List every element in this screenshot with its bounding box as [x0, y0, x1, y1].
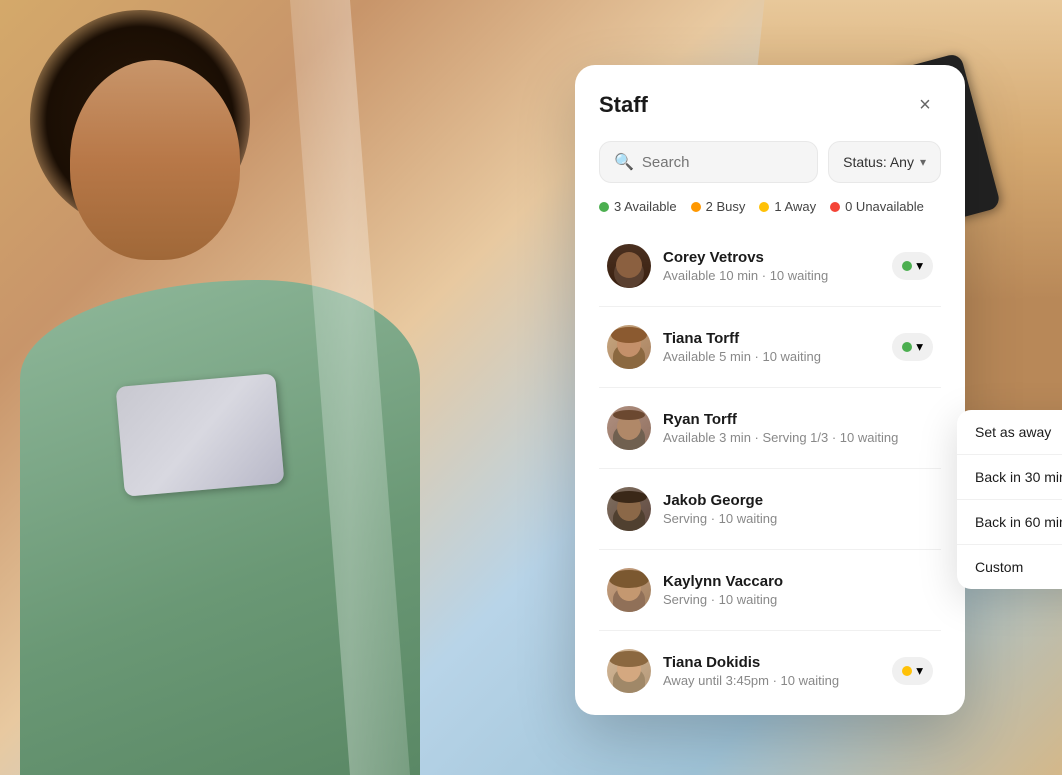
divider-2	[599, 387, 941, 388]
status-dropdown-menu: Set as away Back in 30 min Back in 60 mi…	[957, 410, 1062, 589]
status-unavailable: 0 Unavailable	[830, 199, 924, 214]
staff-name-jakob: Jakob George	[663, 492, 933, 509]
left-person-face	[70, 60, 240, 260]
chevron-down-icon: ▾	[920, 155, 926, 169]
dropdown-item-set-away[interactable]: Set as away	[957, 410, 1062, 455]
status-toggle-tiana-d[interactable]: ▾	[892, 657, 933, 685]
unavailable-count: 0 Unavailable	[845, 199, 924, 214]
staff-item-tiana[interactable]: Tiana Torff Available 5 min · 10 waiting…	[599, 313, 941, 381]
staff-list: Corey Vetrovs Available 10 min · 10 wait…	[599, 232, 941, 705]
close-button[interactable]: ×	[909, 89, 941, 121]
status-summary: 3 Available 2 Busy 1 Away 0 Unavailable	[599, 199, 941, 214]
avatar-jakob	[607, 487, 651, 531]
staff-info-jakob: Jakob George Serving · 10 waiting	[663, 492, 933, 526]
unavailable-dot	[830, 202, 840, 212]
staff-item-corey[interactable]: Corey Vetrovs Available 10 min · 10 wait…	[599, 232, 941, 300]
search-input[interactable]	[642, 154, 803, 171]
tablet	[116, 373, 285, 497]
away-count: 1 Away	[774, 199, 816, 214]
status-available: 3 Available	[599, 199, 677, 214]
status-filter-label: Status: Any	[843, 154, 914, 170]
divider-5	[599, 630, 941, 631]
avatar-kaylynn	[607, 568, 651, 612]
staff-name-tiana-d: Tiana Dokidis	[663, 654, 880, 671]
staff-status-corey: Available 10 min · 10 waiting	[663, 268, 880, 283]
staff-item-ryan[interactable]: Ryan Torff Available 3 min · Serving 1/3…	[599, 394, 941, 462]
available-dot	[599, 202, 609, 212]
avatar-ryan	[607, 406, 651, 450]
dropdown-item-custom[interactable]: Custom	[957, 545, 1062, 589]
search-icon: 🔍	[614, 152, 634, 172]
status-dot-tiana	[902, 342, 912, 352]
avatar-tiana	[607, 325, 651, 369]
avatar-corey	[607, 244, 651, 288]
staff-status-jakob: Serving · 10 waiting	[663, 511, 933, 526]
staff-modal: Staff × 🔍 Status: Any ▾ 3 Available 2 Bu…	[575, 65, 965, 715]
staff-name-ryan: Ryan Torff	[663, 411, 933, 428]
staff-info-tiana-d: Tiana Dokidis Away until 3:45pm · 10 wai…	[663, 654, 880, 688]
avatar-tiana-d	[607, 649, 651, 693]
staff-name-tiana: Tiana Torff	[663, 330, 880, 347]
staff-info-corey: Corey Vetrovs Available 10 min · 10 wait…	[663, 249, 880, 283]
busy-dot	[691, 202, 701, 212]
status-toggle-corey[interactable]: ▾	[892, 252, 933, 280]
staff-item-kaylynn[interactable]: Kaylynn Vaccaro Serving · 10 waiting	[599, 556, 941, 624]
staff-item-jakob[interactable]: Jakob George Serving · 10 waiting	[599, 475, 941, 543]
divider-1	[599, 306, 941, 307]
divider-4	[599, 549, 941, 550]
staff-status-ryan: Available 3 min · Serving 1/3 · 10 waiti…	[663, 430, 933, 445]
dropdown-item-back-60[interactable]: Back in 60 min	[957, 500, 1062, 545]
staff-info-ryan: Ryan Torff Available 3 min · Serving 1/3…	[663, 411, 933, 445]
status-filter-button[interactable]: Status: Any ▾	[828, 141, 941, 183]
divider-3	[599, 468, 941, 469]
status-dot-corey	[902, 261, 912, 271]
staff-status-tiana-d: Away until 3:45pm · 10 waiting	[663, 673, 880, 688]
status-toggle-tiana[interactable]: ▾	[892, 333, 933, 361]
staff-info-tiana: Tiana Torff Available 5 min · 10 waiting	[663, 330, 880, 364]
status-busy: 2 Busy	[691, 199, 746, 214]
staff-info-kaylynn: Kaylynn Vaccaro Serving · 10 waiting	[663, 573, 933, 607]
status-away: 1 Away	[759, 199, 816, 214]
modal-header: Staff ×	[599, 89, 941, 121]
busy-count: 2 Busy	[706, 199, 746, 214]
chevron-down-icon-tiana: ▾	[916, 339, 923, 355]
staff-status-tiana: Available 5 min · 10 waiting	[663, 349, 880, 364]
chevron-down-icon-tiana-d: ▾	[916, 663, 923, 679]
search-filter-row: 🔍 Status: Any ▾	[599, 141, 941, 183]
staff-status-kaylynn: Serving · 10 waiting	[663, 592, 933, 607]
staff-name-corey: Corey Vetrovs	[663, 249, 880, 266]
search-box: 🔍	[599, 141, 818, 183]
staff-item-tiana-d[interactable]: Tiana Dokidis Away until 3:45pm · 10 wai…	[599, 637, 941, 705]
staff-name-kaylynn: Kaylynn Vaccaro	[663, 573, 933, 590]
away-dot	[759, 202, 769, 212]
close-icon: ×	[919, 94, 931, 117]
chevron-down-icon-corey: ▾	[916, 258, 923, 274]
available-count: 3 Available	[614, 199, 677, 214]
dropdown-item-back-30[interactable]: Back in 30 min	[957, 455, 1062, 500]
modal-title: Staff	[599, 92, 648, 118]
status-dot-tiana-d	[902, 666, 912, 676]
